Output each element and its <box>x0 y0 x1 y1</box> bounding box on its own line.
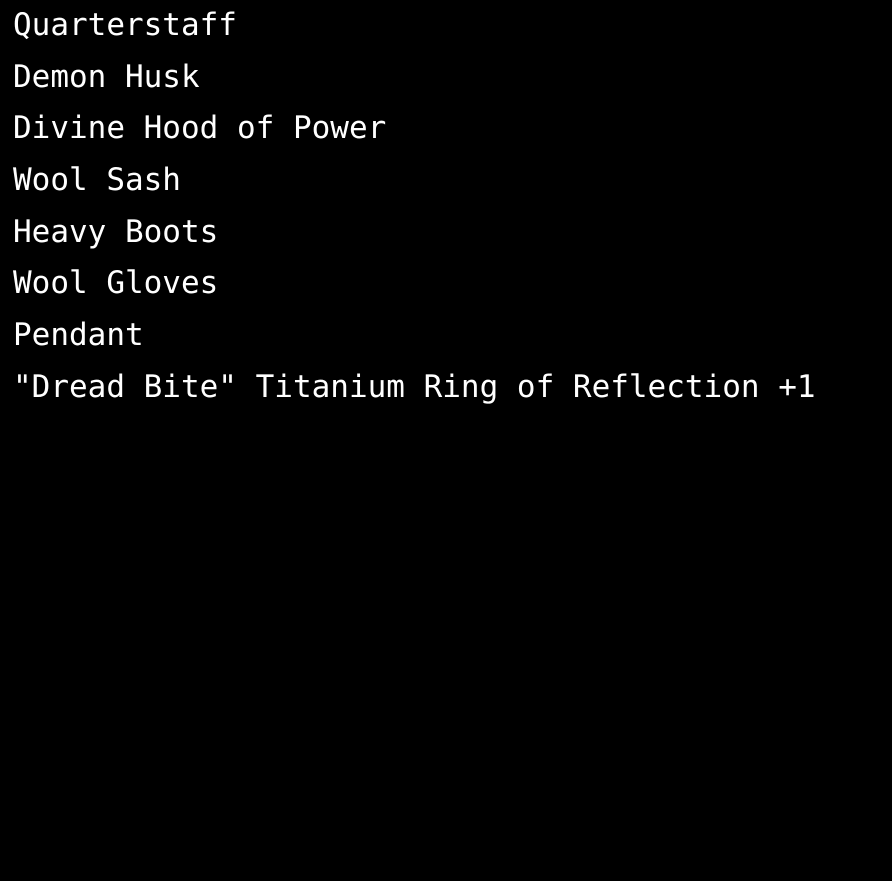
list-item[interactable]: Quarterstaff <box>0 0 892 52</box>
list-item[interactable]: Wool Sash <box>0 155 892 207</box>
list-item[interactable]: Wool Gloves <box>0 258 892 310</box>
list-item[interactable]: Heavy Boots <box>0 207 892 259</box>
list-item[interactable]: Demon Husk <box>0 52 892 104</box>
list-item[interactable]: Pendant <box>0 310 892 362</box>
list-item[interactable]: "Dread Bite" Titanium Ring of Reflection… <box>0 362 892 414</box>
equipment-item-list: Quarterstaff Demon Husk Divine Hood of P… <box>0 0 892 414</box>
list-item[interactable]: Divine Hood of Power <box>0 103 892 155</box>
screen-root: Quarterstaff Demon Husk Divine Hood of P… <box>0 0 892 881</box>
